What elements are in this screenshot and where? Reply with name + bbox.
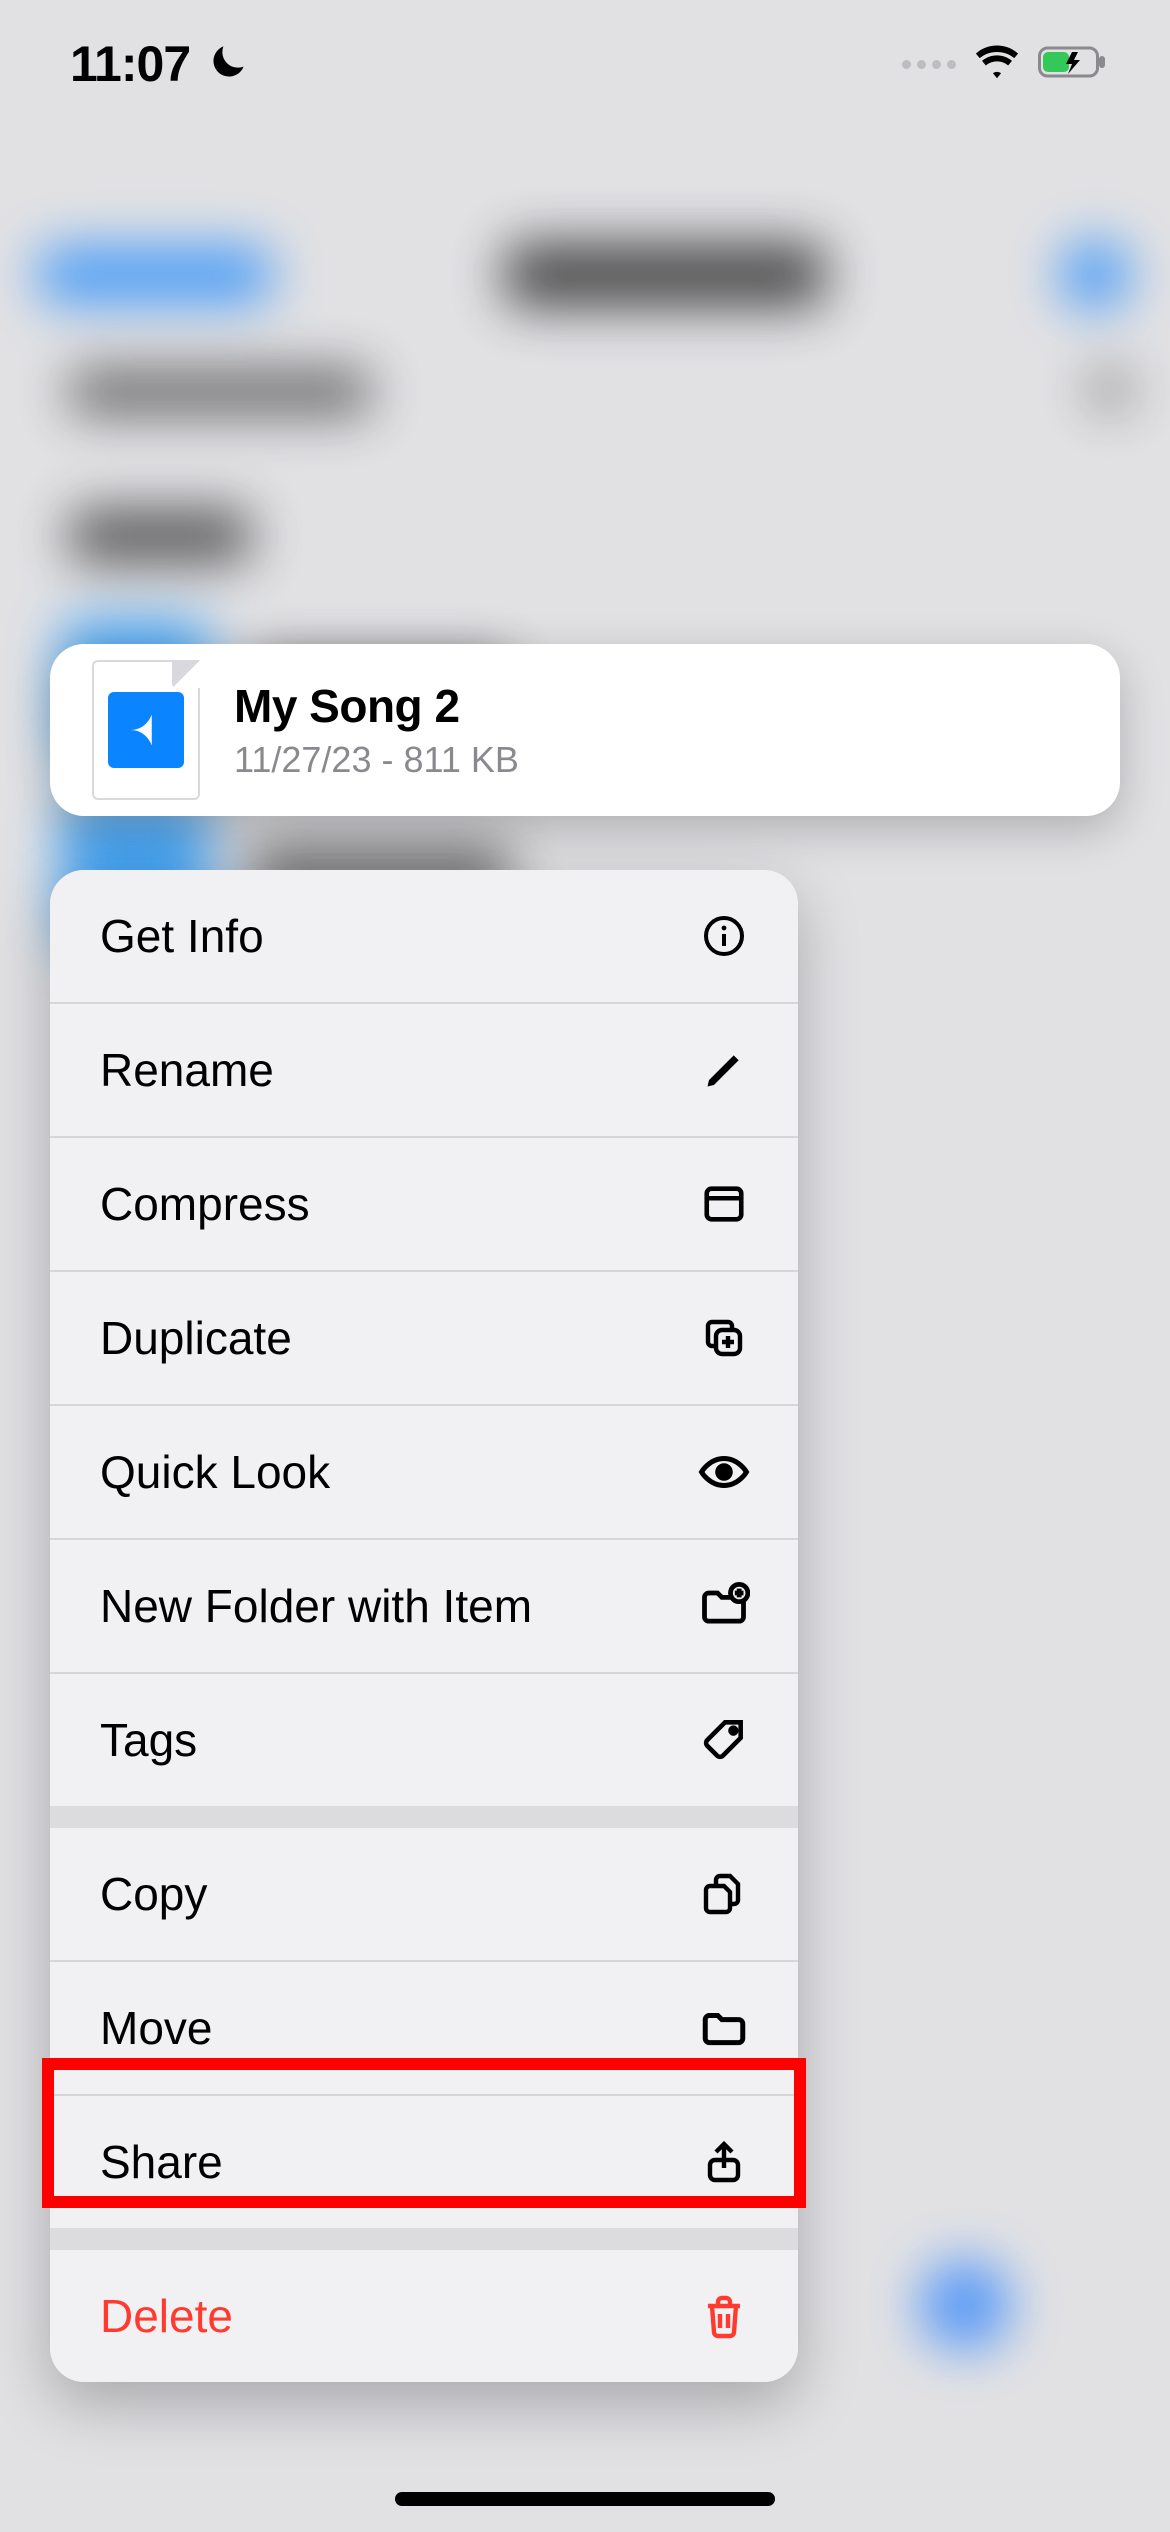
menu-item-label: Delete [100, 2289, 233, 2343]
menu-item-rename[interactable]: Rename [50, 1004, 798, 1136]
menu-item-label: Move [100, 2001, 212, 2055]
do-not-disturb-moon-icon [206, 40, 250, 89]
archivebox-icon [696, 1176, 752, 1232]
info-icon [696, 908, 752, 964]
menu-item-duplicate[interactable]: Duplicate [50, 1272, 798, 1404]
file-title: My Song 2 [234, 679, 519, 733]
menu-item-copy[interactable]: Copy [50, 1828, 798, 1960]
home-indicator [395, 2492, 775, 2506]
cellular-dots-icon [902, 60, 956, 69]
share-icon [696, 2134, 752, 2190]
status-time: 11:07 [70, 35, 190, 93]
menu-item-get-info[interactable]: Get Info [50, 870, 798, 1002]
context-menu: Get Info Rename Compress Duplicate Quick… [50, 870, 798, 2382]
menu-item-new-folder-with-item[interactable]: New Folder with Item [50, 1540, 798, 1672]
folder-plus-icon [696, 1578, 752, 1634]
file-subtitle: 11/27/23 - 811 KB [234, 739, 519, 781]
menu-item-label: Get Info [100, 909, 264, 963]
tag-icon [696, 1712, 752, 1768]
folder-icon [696, 2000, 752, 2056]
menu-item-label: Share [100, 2135, 223, 2189]
menu-item-move[interactable]: Move [50, 1962, 798, 2094]
menu-item-label: Compress [100, 1177, 310, 1231]
menu-item-label: New Folder with Item [100, 1579, 532, 1633]
menu-item-delete[interactable]: Delete [50, 2250, 798, 2382]
status-bar: 11:07 [0, 0, 1170, 110]
eye-icon [696, 1444, 752, 1500]
trash-icon [696, 2288, 752, 2344]
wifi-icon [974, 39, 1020, 90]
menu-item-label: Tags [100, 1713, 197, 1767]
pencil-icon [696, 1042, 752, 1098]
duplicate-icon [696, 1310, 752, 1366]
battery-charging-icon [1038, 44, 1110, 85]
menu-item-label: Copy [100, 1867, 207, 1921]
file-preview-card[interactable]: My Song 2 11/27/23 - 811 KB [50, 644, 1120, 816]
file-thumbnail [92, 660, 200, 800]
menu-item-compress[interactable]: Compress [50, 1138, 798, 1270]
menu-item-quick-look[interactable]: Quick Look [50, 1406, 798, 1538]
menu-item-label: Quick Look [100, 1445, 330, 1499]
doc-on-doc-icon [696, 1866, 752, 1922]
menu-item-share[interactable]: Share [50, 2096, 798, 2228]
menu-item-tags[interactable]: Tags [50, 1674, 798, 1806]
menu-item-label: Duplicate [100, 1311, 292, 1365]
menu-item-label: Rename [100, 1043, 274, 1097]
